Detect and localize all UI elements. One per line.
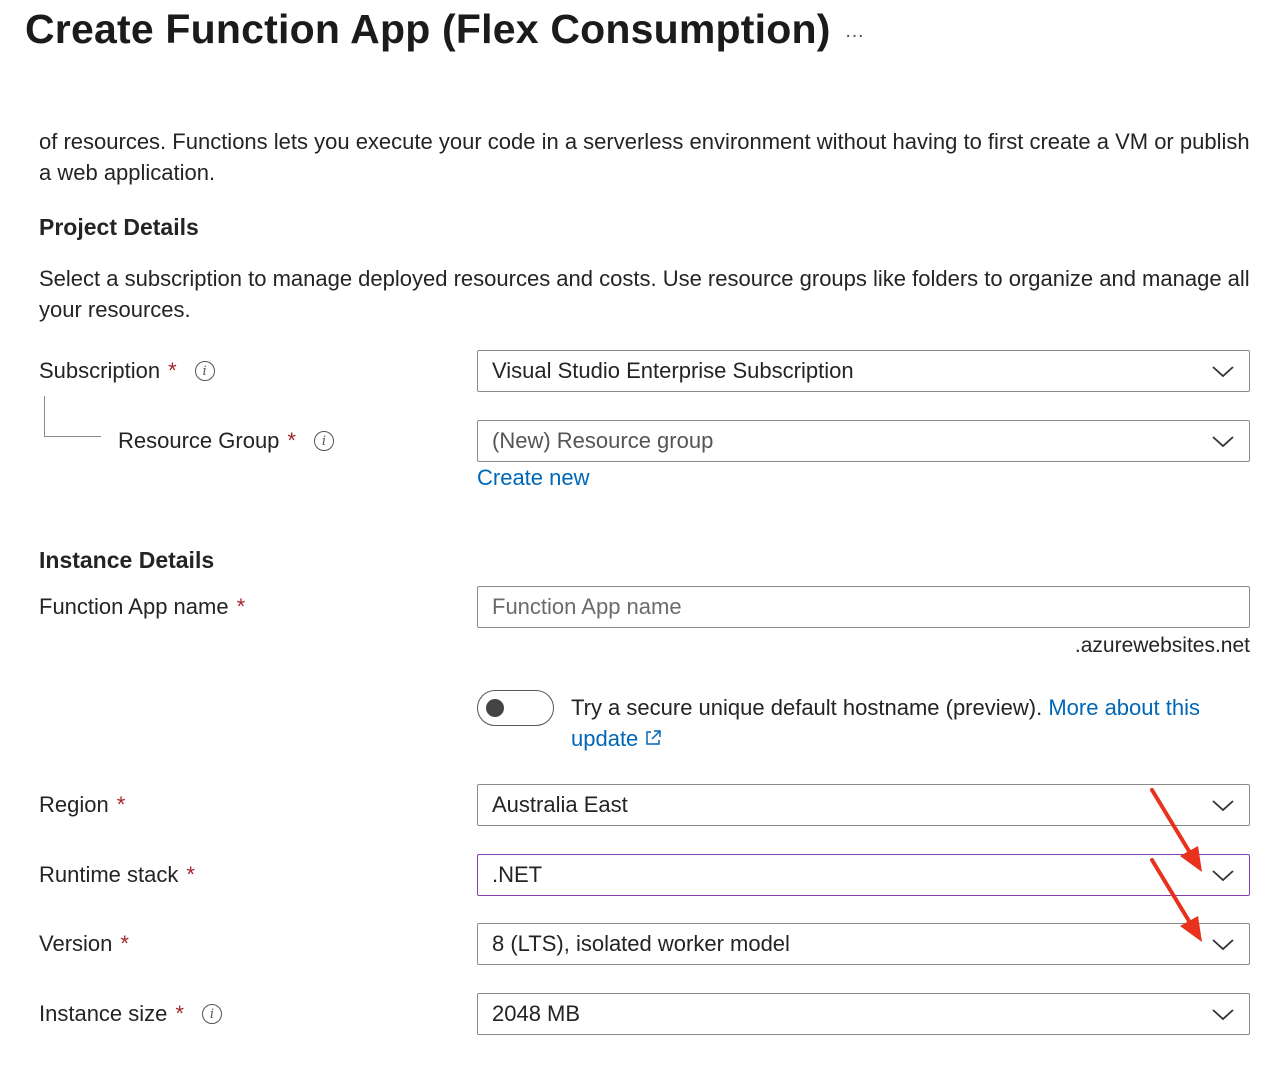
chevron-down-icon bbox=[1212, 366, 1234, 378]
instance-details-heading: Instance Details bbox=[39, 547, 215, 573]
instance-size-label: Instance size * i bbox=[39, 1001, 222, 1027]
subscription-label-text: Subscription bbox=[39, 358, 161, 383]
instance-size-label-text: Instance size bbox=[39, 1001, 168, 1026]
subscription-dropdown[interactable]: Visual Studio Enterprise Subscription bbox=[477, 350, 1250, 392]
version-dropdown[interactable]: 8 (LTS), isolated worker model bbox=[477, 923, 1250, 965]
resource-group-label: Resource Group * i bbox=[118, 428, 334, 454]
resource-group-value: (New) Resource group bbox=[492, 428, 714, 453]
function-app-name-label-text: Function App name bbox=[39, 594, 229, 619]
runtime-stack-label-text: Runtime stack bbox=[39, 862, 179, 887]
version-label-text: Version bbox=[39, 931, 113, 956]
tree-connector bbox=[44, 396, 101, 437]
info-icon[interactable]: i bbox=[194, 361, 215, 381]
required-marker: * bbox=[168, 358, 177, 383]
function-app-name-input[interactable] bbox=[477, 586, 1250, 628]
required-marker: * bbox=[120, 931, 129, 956]
chevron-down-icon bbox=[1212, 1009, 1234, 1021]
region-dropdown[interactable]: Australia East bbox=[477, 784, 1250, 826]
instance-size-dropdown[interactable]: 2048 MB bbox=[477, 993, 1250, 1035]
required-marker: * bbox=[236, 594, 246, 619]
runtime-stack-value: .NET bbox=[492, 862, 543, 887]
create-new-resource-group-link[interactable]: Create new bbox=[477, 465, 590, 491]
required-marker: * bbox=[175, 1001, 184, 1026]
chevron-down-icon bbox=[1212, 939, 1234, 951]
toggle-knob bbox=[486, 699, 504, 717]
more-options-button[interactable]: … bbox=[838, 18, 872, 48]
runtime-stack-dropdown[interactable]: .NET bbox=[477, 854, 1250, 896]
required-marker: * bbox=[116, 792, 126, 817]
project-details-description: Select a subscription to manage deployed… bbox=[39, 266, 1250, 322]
intro-text: of resources. Functions lets you execute… bbox=[39, 129, 1250, 185]
chevron-down-icon bbox=[1212, 800, 1234, 812]
project-details-heading: Project Details bbox=[39, 214, 199, 240]
chevron-down-icon bbox=[1212, 436, 1234, 448]
resource-group-label-text: Resource Group bbox=[118, 428, 280, 453]
info-icon[interactable]: i bbox=[313, 431, 334, 451]
function-app-name-label: Function App name * bbox=[39, 594, 245, 620]
secure-hostname-label: Try a secure unique default hostname (pr… bbox=[571, 695, 1043, 720]
version-label: Version * bbox=[39, 931, 129, 957]
required-marker: * bbox=[186, 862, 195, 887]
page-title: Create Function App (Flex Consumption) bbox=[25, 6, 831, 52]
info-icon[interactable]: i bbox=[201, 1004, 222, 1024]
required-marker: * bbox=[287, 428, 296, 453]
chevron-down-icon bbox=[1212, 870, 1234, 882]
region-value: Australia East bbox=[492, 792, 628, 817]
runtime-stack-label: Runtime stack * bbox=[39, 862, 195, 888]
secure-hostname-toggle[interactable] bbox=[477, 690, 554, 726]
region-label-text: Region bbox=[39, 792, 109, 817]
domain-suffix: .azurewebsites.net bbox=[1074, 634, 1250, 657]
subscription-label: Subscription * i bbox=[39, 358, 215, 384]
instance-size-value: 2048 MB bbox=[492, 1001, 581, 1026]
subscription-value: Visual Studio Enterprise Subscription bbox=[492, 358, 854, 383]
secure-hostname-text: Try a secure unique default hostname (pr… bbox=[571, 692, 1251, 754]
region-label: Region * bbox=[39, 792, 125, 818]
version-value: 8 (LTS), isolated worker model bbox=[492, 931, 790, 956]
external-link-icon bbox=[646, 730, 662, 745]
resource-group-dropdown[interactable]: (New) Resource group bbox=[477, 420, 1250, 462]
